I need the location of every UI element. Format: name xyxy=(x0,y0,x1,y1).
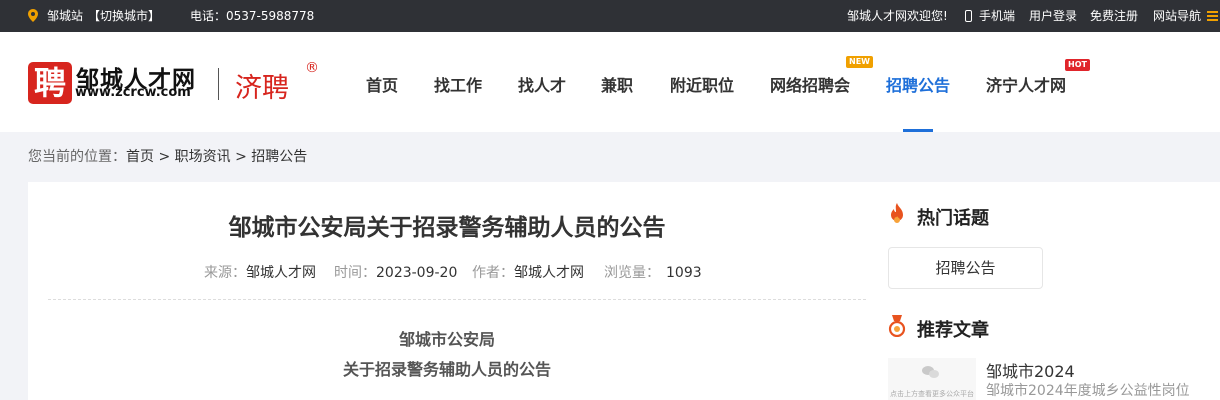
nav-nearby-jobs[interactable]: 附近职位 xyxy=(670,72,734,96)
views-label: 浏览量： xyxy=(604,265,660,281)
content-panel: 邹城市公安局关于招录警务辅助人员的公告 来源：邹城人才网 时间：2023-09-… xyxy=(28,182,1220,400)
nav-find-job[interactable]: 找工作 xyxy=(434,72,482,96)
author-label: 作者： xyxy=(472,265,514,281)
medal-icon xyxy=(888,315,906,337)
logo-seal: 聘 xyxy=(28,62,72,104)
breadcrumb: 您当前的位置：首页 > 职场资讯 > 招聘公告 xyxy=(28,148,307,166)
active-nav-indicator xyxy=(903,129,933,132)
breadcrumb-prefix: 您当前的位置： xyxy=(28,149,126,165)
article-time: 时间：2023-09-20 xyxy=(334,264,457,282)
time-value: 2023-09-20 xyxy=(376,265,458,281)
time-label: 时间： xyxy=(334,265,376,281)
mobile-phone-icon xyxy=(965,10,972,22)
article-views: 浏览量： 1093 xyxy=(604,264,702,282)
city-label: 邹城站 xyxy=(47,9,84,23)
thumbnail-caption: 点击上方查看更多公众平台 xyxy=(890,390,974,398)
registered-mark: ® xyxy=(305,60,319,76)
chat-bubble-icon xyxy=(929,370,939,378)
nav-jining-talent[interactable]: 济宁人才网 xyxy=(986,72,1066,96)
mobile-link[interactable]: 手机端 xyxy=(979,8,1015,24)
register-link[interactable]: 免费注册 xyxy=(1090,8,1138,24)
nav-find-talent[interactable]: 找人才 xyxy=(518,72,566,96)
divider xyxy=(48,299,866,300)
nav-home[interactable]: 首页 xyxy=(366,72,398,96)
breadcrumb-current[interactable]: 招聘公告 xyxy=(251,149,307,165)
hot-badge: HOT xyxy=(1065,59,1090,71)
new-badge: NEW xyxy=(846,56,873,68)
logo-divider xyxy=(218,68,219,100)
recommended-article-title[interactable]: 邹城市2024 xyxy=(986,358,1075,382)
menu-icon[interactable] xyxy=(1207,11,1218,23)
hot-topics-heading: 热门话题 xyxy=(917,208,989,229)
logo-url: www.zcrcw.com xyxy=(75,85,191,100)
header: 聘 邹城人才网 www.zcrcw.com 济聘 ® 首页 找工作 找人才 兼职… xyxy=(0,32,1220,132)
article-title: 邹城市公安局关于招录警务辅助人员的公告 xyxy=(228,215,666,241)
body-heading-line2: 关于招录警务辅助人员的公告 xyxy=(342,360,551,379)
recommended-heading: 推荐文章 xyxy=(917,320,989,341)
nav-online-fair[interactable]: 网络招聘会 xyxy=(770,72,850,96)
body-heading-line1: 邹城市公安局 xyxy=(398,330,495,349)
breadcrumb-separator: > xyxy=(154,149,175,165)
hot-topic-tag[interactable]: 招聘公告 xyxy=(888,247,1043,289)
recommended-thumbnail[interactable]: 点击上方查看更多公众平台 xyxy=(888,358,976,400)
site-nav-link[interactable]: 网站导航 xyxy=(1153,8,1201,24)
breadcrumb-home[interactable]: 首页 xyxy=(126,149,154,165)
breadcrumb-separator: > xyxy=(230,149,252,165)
article-author: 作者：邹城人才网 xyxy=(472,264,584,282)
author-value: 邹城人才网 xyxy=(514,265,584,281)
login-link[interactable]: 用户登录 xyxy=(1029,8,1077,24)
phone-number: 电话：0537-5988778 xyxy=(190,9,315,23)
flame-icon xyxy=(891,203,903,223)
nav-recruitment-notices[interactable]: 招聘公告 xyxy=(886,72,950,96)
source-label: 来源： xyxy=(204,265,246,281)
partner-logo: 济聘 xyxy=(235,73,289,104)
switch-city-link[interactable]: 【切换城市】 xyxy=(88,8,160,24)
source-value: 邹城人才网 xyxy=(246,265,316,281)
nav-part-time[interactable]: 兼职 xyxy=(601,72,633,96)
breadcrumb-section[interactable]: 职场资讯 xyxy=(175,149,231,165)
top-bar: 邹城站 【切换城市】 电话：0537-5988778 邹城人才网欢迎您! 手机端… xyxy=(0,0,1220,32)
welcome-text: 邹城人才网欢迎您! xyxy=(847,9,948,23)
article-source: 来源：邹城人才网 xyxy=(204,264,316,282)
recommended-article-desc: 邹城市2024年度城乡公益性岗位 xyxy=(986,383,1190,399)
views-value: 1093 xyxy=(666,265,702,281)
location-pin-icon xyxy=(28,9,38,22)
